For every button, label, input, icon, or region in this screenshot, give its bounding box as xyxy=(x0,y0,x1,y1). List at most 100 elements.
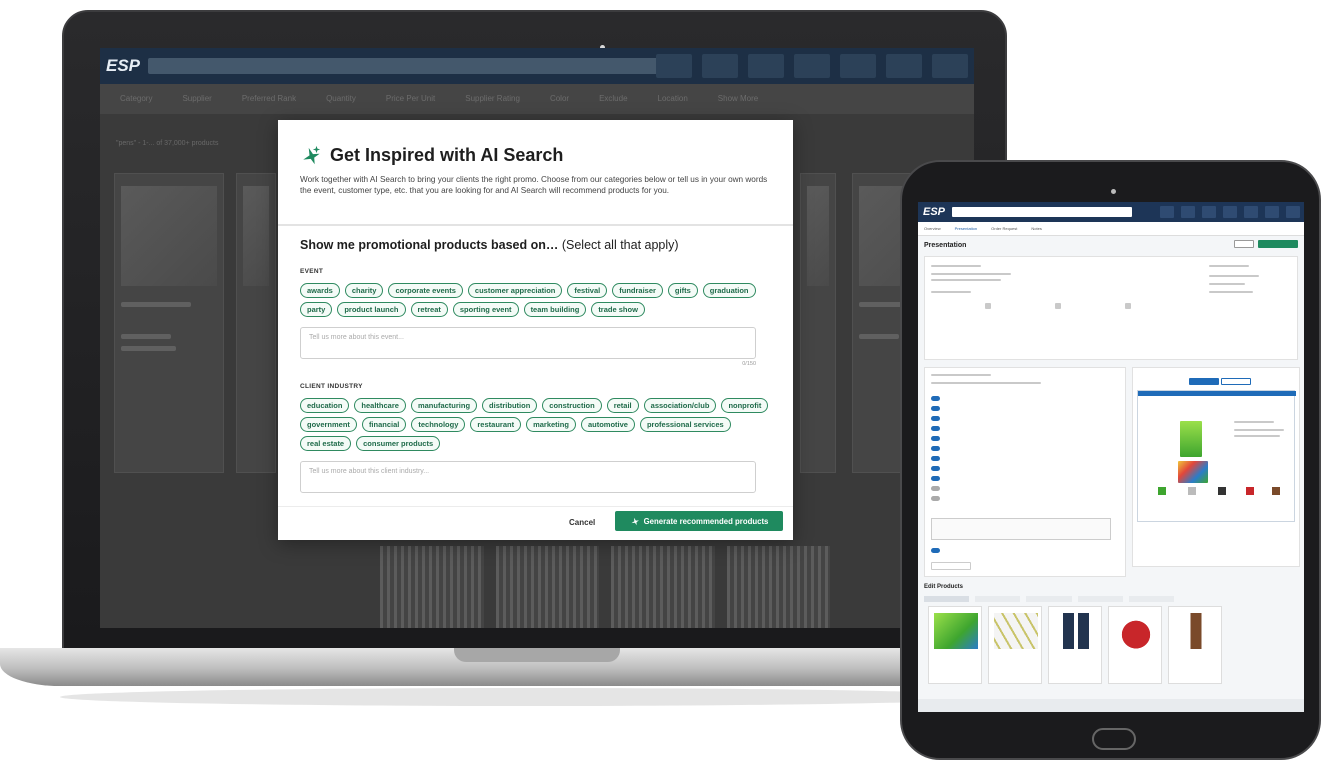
nav-item[interactable] xyxy=(656,54,692,78)
chip-restaurant[interactable]: restaurant xyxy=(470,417,522,432)
chip-real-estate[interactable]: real estate xyxy=(300,436,352,451)
setting-toggle[interactable] xyxy=(931,446,940,451)
preview-toggle-right[interactable] xyxy=(1221,378,1251,385)
chip-government[interactable]: government xyxy=(300,417,357,432)
product-filter-tab[interactable] xyxy=(1026,596,1072,602)
product-tile[interactable] xyxy=(988,606,1042,684)
chip-manufacturing[interactable]: manufacturing xyxy=(410,398,478,413)
nav-icon[interactable] xyxy=(1202,206,1216,218)
nav-item[interactable] xyxy=(840,54,876,78)
setting-toggle[interactable] xyxy=(931,426,940,431)
nav-icon[interactable] xyxy=(1244,206,1258,218)
tablet-primary-button[interactable] xyxy=(1258,240,1298,248)
tablet-secondary-button[interactable] xyxy=(1234,240,1254,248)
nav-item[interactable] xyxy=(932,54,968,78)
nav-icon[interactable] xyxy=(1181,206,1195,218)
filter-supplier-rating[interactable]: Supplier Rating xyxy=(465,94,520,104)
nav-icon[interactable] xyxy=(1160,206,1174,218)
edit-products-tabs xyxy=(924,596,1175,602)
tab-order-request[interactable]: Order Request xyxy=(991,226,1017,231)
chip-charity[interactable]: charity xyxy=(344,283,384,298)
chip-fundraiser[interactable]: fundraiser xyxy=(612,283,663,298)
nav-icon[interactable] xyxy=(1265,206,1279,218)
edit-products-title: Edit Products xyxy=(924,584,964,590)
chip-consumer-products[interactable]: consumer products xyxy=(356,436,441,451)
product-tile[interactable] xyxy=(1168,606,1222,684)
filter-price[interactable]: Price Per Unit xyxy=(386,94,435,104)
chip-customer-appreciation[interactable]: customer appreciation xyxy=(467,283,563,298)
product-filter-tab[interactable] xyxy=(1077,596,1123,602)
chip-retail[interactable]: retail xyxy=(606,398,639,413)
product-card[interactable] xyxy=(800,173,836,473)
product-filter-tab[interactable] xyxy=(975,596,1021,602)
filter-preferred-rank[interactable]: Preferred Rank xyxy=(242,94,296,104)
chip-sporting-event[interactable]: sporting event xyxy=(452,302,519,317)
nav-icon[interactable] xyxy=(1223,206,1237,218)
chip-retreat[interactable]: retreat xyxy=(410,302,448,317)
product-tile[interactable] xyxy=(1048,606,1102,684)
setting-toggle[interactable] xyxy=(931,548,940,553)
tablet-page-title: Presentation xyxy=(924,242,967,249)
chip-education[interactable]: education xyxy=(300,398,350,413)
chip-distribution[interactable]: distribution xyxy=(482,398,538,413)
chip-nonprofit[interactable]: nonprofit xyxy=(721,398,769,413)
cancel-button[interactable]: Cancel xyxy=(569,518,595,527)
industry-details-input[interactable]: Tell us more about this client industry.… xyxy=(300,461,756,493)
product-tile[interactable] xyxy=(928,606,982,684)
setting-toggle[interactable] xyxy=(931,456,940,461)
tab-presentation[interactable]: Presentation xyxy=(955,226,977,231)
chip-festival[interactable]: festival xyxy=(567,283,608,298)
chip-association-club[interactable]: association/club xyxy=(643,398,717,413)
setting-toggle[interactable] xyxy=(931,476,940,481)
nav-item[interactable] xyxy=(748,54,784,78)
product-filter-tab[interactable] xyxy=(924,596,970,602)
product-tile[interactable] xyxy=(1108,606,1162,684)
chip-technology[interactable]: technology xyxy=(411,417,466,432)
filter-color[interactable]: Color xyxy=(550,94,569,104)
setting-toggle[interactable] xyxy=(931,466,940,471)
chip-professional-services[interactable]: professional services xyxy=(639,417,731,432)
setting-toggle[interactable] xyxy=(931,416,940,421)
chip-healthcare[interactable]: healthcare xyxy=(354,398,406,413)
chip-graduation[interactable]: graduation xyxy=(702,283,756,298)
chip-financial[interactable]: financial xyxy=(361,417,407,432)
nav-item[interactable] xyxy=(794,54,830,78)
filter-show-more[interactable]: Show More xyxy=(718,94,758,104)
product-filter-tab[interactable] xyxy=(1128,596,1175,602)
chip-party[interactable]: party xyxy=(300,302,333,317)
filter-category[interactable]: Category xyxy=(120,94,152,104)
nav-item[interactable] xyxy=(886,54,922,78)
chip-product-launch[interactable]: product launch xyxy=(337,302,406,317)
setting-toggle[interactable] xyxy=(931,396,940,401)
tab-overview[interactable]: Overview xyxy=(924,226,941,231)
chip-awards[interactable]: awards xyxy=(300,283,340,298)
chip-trade-show[interactable]: trade show xyxy=(591,302,645,317)
chip-marketing[interactable]: marketing xyxy=(526,417,576,432)
chip-gifts[interactable]: gifts xyxy=(667,283,698,298)
tablet-search-input[interactable] xyxy=(952,207,1132,217)
filter-location[interactable]: Location xyxy=(658,94,688,104)
setting-toggle[interactable] xyxy=(931,486,940,491)
product-card[interactable] xyxy=(236,173,276,473)
chip-team-building[interactable]: team building xyxy=(523,302,587,317)
chip-corporate-events[interactable]: corporate events xyxy=(388,283,463,298)
esp-search-input[interactable] xyxy=(148,58,688,74)
filter-supplier[interactable]: Supplier xyxy=(182,94,211,104)
event-details-input[interactable]: Tell us more about this event... xyxy=(300,327,756,359)
filter-quantity[interactable]: Quantity xyxy=(326,94,356,104)
tablet-small-button[interactable] xyxy=(931,562,971,570)
nav-item[interactable] xyxy=(702,54,738,78)
generate-products-button[interactable]: Generate recommended products xyxy=(615,511,783,531)
setting-toggle[interactable] xyxy=(931,496,940,501)
industry-label: CLIENT INDUSTRY xyxy=(300,383,363,390)
product-card[interactable] xyxy=(114,173,224,473)
nav-icon[interactable] xyxy=(1286,206,1300,218)
tablet-note-input[interactable] xyxy=(931,518,1111,540)
filter-exclude[interactable]: Exclude xyxy=(599,94,627,104)
preview-toggle-left[interactable] xyxy=(1189,378,1219,385)
chip-construction[interactable]: construction xyxy=(542,398,602,413)
setting-toggle[interactable] xyxy=(931,406,940,411)
setting-toggle[interactable] xyxy=(931,436,940,441)
tab-notes[interactable]: Notes xyxy=(1031,226,1041,231)
chip-automotive[interactable]: automotive xyxy=(580,417,635,432)
